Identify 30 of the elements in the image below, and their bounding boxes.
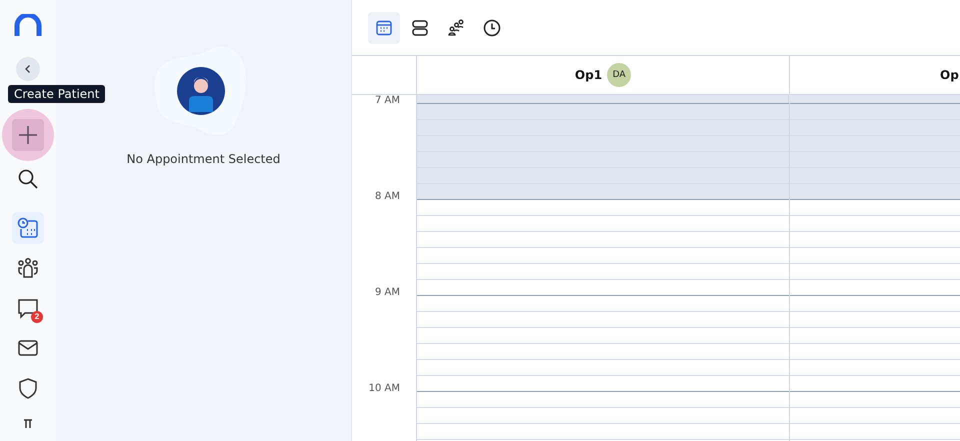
create-patient-button[interactable] [12, 119, 44, 151]
rows-icon [411, 18, 429, 36]
calendar-view-button[interactable] [368, 12, 400, 44]
chat-icon [17, 297, 39, 319]
calendar-icon [375, 18, 393, 36]
collapse-button[interactable] [16, 57, 40, 81]
shield-icon [17, 377, 39, 399]
logo-icon [14, 14, 42, 36]
hour-label: 10 AM [368, 383, 400, 394]
people-icon [17, 257, 39, 279]
operatory-label: Op [940, 68, 959, 82]
calendar-clock-icon [17, 217, 39, 239]
plus-icon [17, 124, 39, 146]
closed-time-slot[interactable] [417, 95, 789, 103]
focus-ring [2, 109, 54, 161]
operatory-label: Op1 [574, 68, 602, 82]
clock-icon [483, 18, 501, 36]
provider-avatar: DA [607, 63, 632, 87]
people-icon [447, 18, 465, 36]
hour-label: 8 AM [374, 191, 400, 202]
search-icon [17, 168, 39, 190]
chevron-left-icon [23, 64, 33, 74]
unread-badge: 2 [31, 311, 43, 323]
tooltip: Create Patient [8, 85, 106, 103]
closed-time-slot[interactable] [417, 103, 789, 119]
chat-nav-item[interactable]: 2 [12, 292, 44, 324]
calendar-nav-item[interactable] [12, 212, 44, 244]
hour-label: 9 AM [374, 287, 400, 298]
hour-label: 7 AM [374, 95, 400, 106]
empty-state-message: No Appointment Selected [126, 152, 280, 166]
